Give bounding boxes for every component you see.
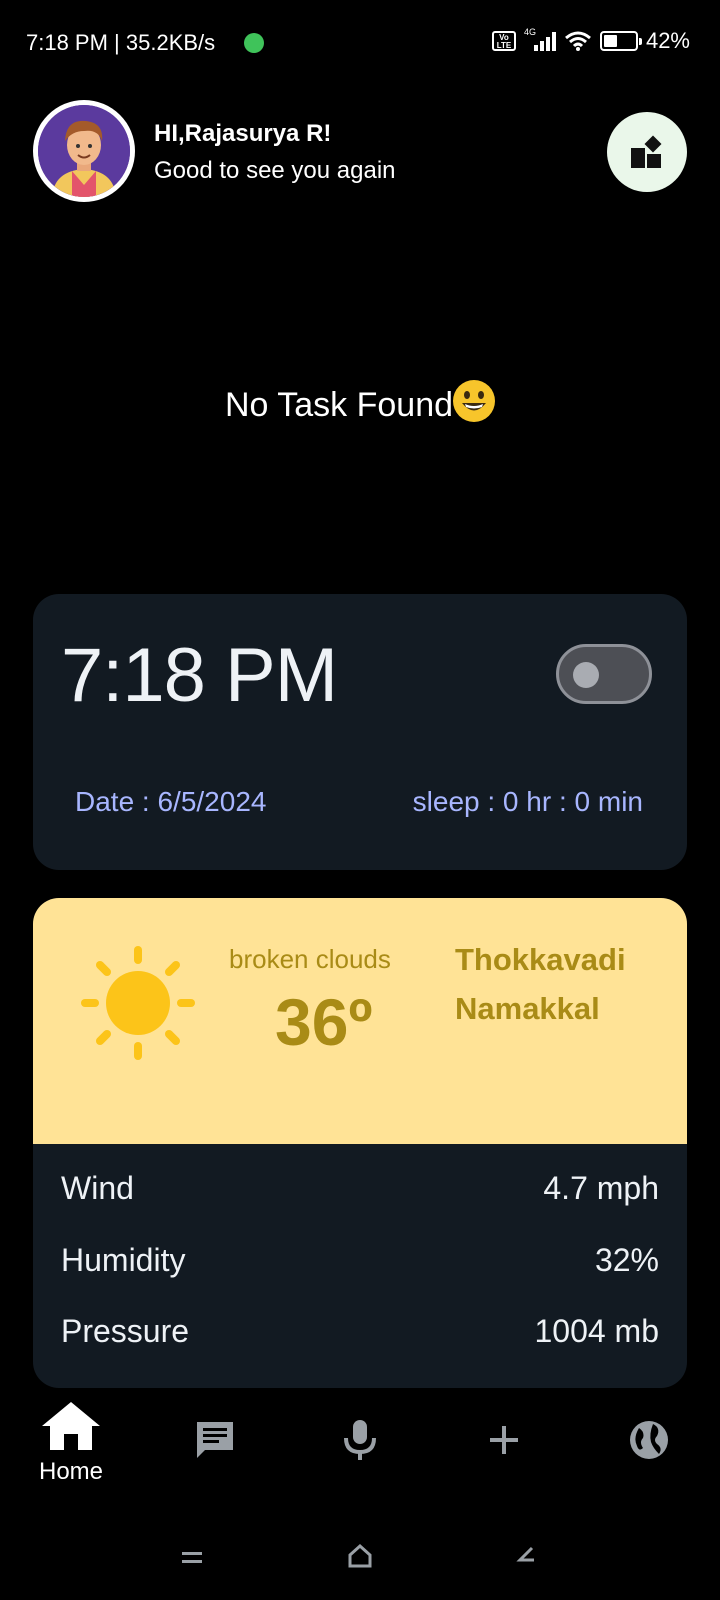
status-icons: Vo LTE 4G 42%	[491, 27, 690, 54]
detail-value-humidity: 32%	[594, 1242, 659, 1278]
grinning-face-icon	[453, 380, 496, 422]
weather-condition: broken clouds	[229, 944, 391, 974]
weather-detail-row: Wind 4.7 mph	[61, 1170, 659, 1214]
home-outline-icon[interactable]	[346, 1542, 374, 1570]
detail-label-pressure: Pressure	[61, 1313, 190, 1349]
status-clock: 7:18 PM	[26, 30, 108, 55]
globe-icon	[630, 1421, 668, 1459]
widgets-button[interactable]	[607, 112, 687, 192]
empty-state: No Task Found	[0, 380, 720, 425]
clock-card: 7:18 PM Date : 6/5/2024 sleep : 0 hr : 0…	[33, 594, 687, 870]
widgets-icon	[631, 135, 662, 168]
battery-icon	[599, 31, 642, 51]
sleep-toggle[interactable]	[556, 644, 652, 704]
clock-date: Date : 6/5/2024	[75, 786, 267, 817]
greeting-subtitle: Good to see you again	[154, 157, 396, 184]
mic-icon	[344, 1420, 376, 1460]
greeting-title: HI,Rajasurya R!	[154, 120, 332, 147]
status-time: 7:18 PM | 35.2KB/s	[26, 30, 216, 55]
weather-detail-row: Humidity 32%	[61, 1242, 659, 1286]
empty-state-message: No Task Found	[224, 386, 454, 424]
recents-icon[interactable]	[180, 1550, 204, 1566]
back-icon[interactable]	[512, 1542, 540, 1570]
nav-item-voice[interactable]	[305, 1400, 415, 1510]
app-notification-icon	[244, 33, 264, 53]
weather-temperature: 36º	[275, 985, 373, 1059]
weather-detail-row: Pressure 1004 mb	[61, 1313, 659, 1357]
nav-item-explore[interactable]	[594, 1400, 704, 1510]
nav-label-home: Home	[38, 1458, 104, 1485]
wifi-icon	[564, 31, 591, 51]
weather-banner: broken clouds 36º Thokkavadi Namakkal	[33, 898, 687, 1144]
detail-value-wind: 4.7 mph	[543, 1170, 659, 1206]
system-nav-bar	[0, 1530, 720, 1600]
chat-icon	[197, 1422, 233, 1458]
detail-label-humidity: Humidity	[61, 1242, 186, 1278]
home-icon	[42, 1402, 100, 1450]
network-speed: 35.2KB/s	[125, 30, 216, 55]
nav-item-home[interactable]: Home	[16, 1400, 126, 1510]
clock-time: 7:18 PM	[61, 633, 338, 718]
plus-icon	[490, 1426, 518, 1454]
detail-value-pressure: 1004 mb	[534, 1313, 659, 1349]
nav-item-chat[interactable]	[160, 1400, 270, 1510]
nav-item-add[interactable]	[449, 1400, 559, 1510]
weather-card: broken clouds 36º Thokkavadi Namakkal Wi…	[33, 898, 687, 1388]
bottom-nav: Home	[0, 1400, 720, 1520]
battery-percent: 42%	[645, 28, 690, 53]
network-type: 4G	[523, 27, 536, 37]
sleep-duration: sleep : 0 hr : 0 min	[412, 786, 643, 817]
signal-icon: 4G	[524, 27, 556, 51]
avatar[interactable]	[33, 100, 135, 202]
weather-location-area: Thokkavadi	[455, 942, 626, 977]
toggle-knob	[573, 662, 599, 688]
weather-location-district: Namakkal	[455, 991, 600, 1026]
volte-icon: Vo LTE	[491, 31, 516, 51]
sun-icon	[81, 946, 195, 1060]
user-avatar-icon	[38, 105, 130, 197]
detail-label-wind: Wind	[61, 1170, 134, 1206]
status-bar: 7:18 PM | 35.2KB/s Vo LTE 4G 42%	[0, 0, 720, 88]
